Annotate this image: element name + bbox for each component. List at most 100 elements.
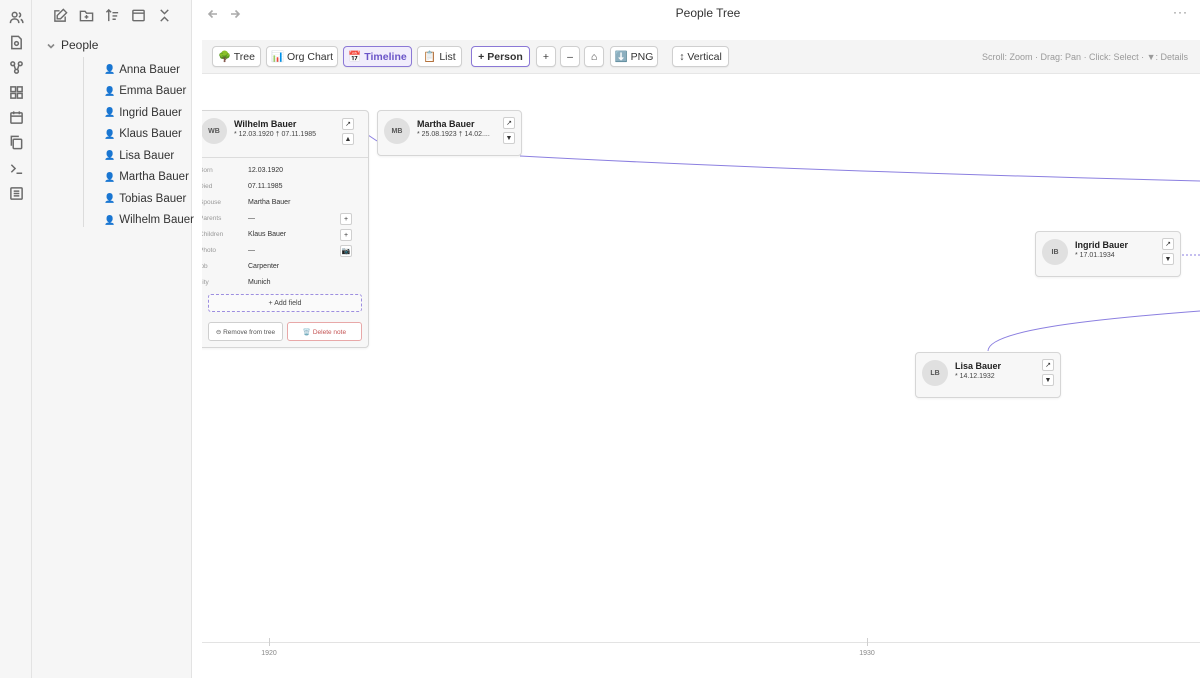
file-item[interactable]: 👤 Wilhelm Bauer <box>104 210 194 232</box>
new-note-icon[interactable] <box>52 7 69 24</box>
main-view: People Tree ··· 🌳 Tree 📊 Org Chart 📅 Tim… <box>193 0 1200 678</box>
field-row: Born 12.03.1920 <box>202 162 283 178</box>
person-dates: * 14.12.1932 <box>955 373 995 380</box>
person-card-lisa[interactable]: LB Lisa Bauer * 14.12.1932 ↗ ▼ <box>915 352 1061 398</box>
field-key: Born <box>202 166 213 174</box>
field-key: Children <box>202 230 224 238</box>
collapse-all-icon[interactable] <box>156 7 173 24</box>
tab-list[interactable]: 📋 List <box>417 46 462 67</box>
collapse-view-icon[interactable] <box>130 7 147 24</box>
field-key: city <box>202 278 209 286</box>
people-icon[interactable] <box>7 8 25 26</box>
open-note-button[interactable]: ↗ <box>342 118 354 130</box>
open-note-button[interactable]: ↗ <box>1042 359 1054 371</box>
field-row: job Carpenter <box>202 258 279 274</box>
add-field-button[interactable]: + Add field <box>208 294 362 312</box>
expand-details-button[interactable]: ▼ <box>1042 374 1054 386</box>
zoom-out-button[interactable]: – <box>560 46 580 67</box>
timeline-axis <box>202 642 1200 643</box>
dashboard-icon[interactable] <box>7 83 25 101</box>
avatar: WB <box>202 118 227 144</box>
sort-icon[interactable] <box>104 7 121 24</box>
avatar: MB <box>384 118 410 144</box>
page-title: People Tree <box>675 6 741 20</box>
chevron-down-icon <box>46 40 56 50</box>
add-photo-button[interactable]: 📷 <box>340 245 352 257</box>
copy-icon[interactable] <box>7 133 25 151</box>
folder-people[interactable]: People <box>46 38 98 52</box>
field-value[interactable]: — <box>248 215 255 222</box>
person-dates: * 17.01.1934 <box>1075 252 1115 259</box>
tab-tree[interactable]: 🌳 Tree <box>212 46 261 67</box>
file-label: Martha Bauer <box>119 171 189 184</box>
person-dates: * 12.03.1920 † 07.11.1985 <box>234 131 317 138</box>
file-item[interactable]: 👤 Ingrid Bauer <box>104 102 194 124</box>
person-card-wilhelm[interactable]: WB Wilhelm Bauer * 12.03.1920 † 07.11.19… <box>202 110 369 348</box>
file-label: Klaus Bauer <box>119 128 182 141</box>
export-png-button[interactable]: ⬇️ PNG <box>610 46 658 67</box>
file-item[interactable]: 👤 Lisa Bauer <box>104 145 194 167</box>
remove-from-tree-button[interactable]: ⊖ Remove from tree <box>208 322 283 341</box>
list-icon[interactable] <box>7 184 25 202</box>
field-value[interactable]: 07.11.1985 <box>248 183 283 190</box>
person-name: Martha Bauer <box>417 119 475 129</box>
delete-note-button[interactable]: 🗑️ Delete note <box>287 322 362 341</box>
file-label: Lisa Bauer <box>119 149 175 162</box>
file-item[interactable]: 👤 Klaus Bauer <box>104 124 194 146</box>
person-dates: * 25.08.1923 † 14.02.... <box>417 131 490 138</box>
person-icon: 👤 <box>104 64 116 75</box>
axis-tick-label: 1930 <box>859 650 875 657</box>
file-label: Anna Bauer <box>119 63 180 76</box>
graph-icon[interactable] <box>7 58 25 76</box>
collapse-details-button[interactable]: ▲ <box>342 133 354 145</box>
home-button[interactable]: ⌂ <box>584 46 604 67</box>
avatar: IB <box>1042 239 1068 265</box>
field-key: Parents <box>202 214 222 222</box>
link-martha-right <box>519 155 1200 182</box>
field-value[interactable]: Martha Bauer <box>248 199 290 206</box>
field-value[interactable]: — <box>248 247 255 254</box>
file-item[interactable]: 👤 Anna Bauer <box>104 59 194 81</box>
new-folder-icon[interactable] <box>78 7 95 24</box>
tree-guide-line <box>83 57 84 227</box>
timeline-canvas[interactable]: WB Wilhelm Bauer * 12.03.1920 † 07.11.19… <box>202 75 1200 678</box>
file-item[interactable]: 👤 Emma Bauer <box>104 81 194 103</box>
file-label: Emma Bauer <box>119 85 187 98</box>
person-name: Wilhelm Bauer <box>234 119 297 129</box>
view-toolbar: 🌳 Tree 📊 Org Chart 📅 Timeline 📋 List + P… <box>202 40 1200 74</box>
ribbon <box>0 0 32 678</box>
folder-label: People <box>61 38 99 52</box>
axis-tick <box>867 638 868 646</box>
field-value[interactable]: Klaus Bauer <box>248 231 286 238</box>
file-explorer: People 👤 Anna Bauer 👤 Emma Bauer 👤 Ingrid B… <box>32 0 194 678</box>
person-card-ingrid[interactable]: IB Ingrid Bauer * 17.01.1934 ↗ ▼ <box>1035 231 1181 277</box>
person-name: Lisa Bauer <box>955 361 1002 371</box>
expand-details-button[interactable]: ▼ <box>503 132 515 144</box>
expand-details-button[interactable]: ▼ <box>1162 253 1174 265</box>
explorer-toolbar <box>52 7 173 24</box>
note-icon[interactable] <box>7 33 25 51</box>
person-icon: 👤 <box>104 150 116 161</box>
add-person-button[interactable]: + Person <box>471 46 530 67</box>
field-row: Spouse Martha Bauer <box>202 194 290 210</box>
field-value[interactable]: 12.03.1920 <box>248 167 283 174</box>
file-item[interactable]: 👤 Martha Bauer <box>104 167 194 189</box>
open-note-button[interactable]: ↗ <box>503 117 515 129</box>
more-options-icon[interactable]: ··· <box>1173 5 1188 19</box>
tab-timeline[interactable]: 📅 Timeline <box>343 46 412 67</box>
open-note-button[interactable]: ↗ <box>1162 238 1174 250</box>
axis-tick-label: 1920 <box>261 650 277 657</box>
field-row: city Munich <box>202 274 271 290</box>
zoom-in-button[interactable]: + <box>536 46 556 67</box>
tab-org-chart[interactable]: 📊 Org Chart <box>266 46 338 67</box>
terminal-icon[interactable] <box>7 159 25 177</box>
add-parent-button[interactable]: + <box>340 213 352 225</box>
add-child-button[interactable]: + <box>340 229 352 241</box>
field-value[interactable]: Carpenter <box>248 263 279 270</box>
calendar-icon[interactable] <box>7 108 25 126</box>
field-value[interactable]: Munich <box>248 279 271 286</box>
file-item[interactable]: 👤 Tobias Bauer <box>104 188 194 210</box>
vertical-layout-button[interactable]: ↕ Vertical <box>672 46 729 67</box>
person-card-martha[interactable]: MB Martha Bauer * 25.08.1923 † 14.02....… <box>377 110 522 156</box>
file-label: Wilhelm Bauer <box>119 214 194 227</box>
